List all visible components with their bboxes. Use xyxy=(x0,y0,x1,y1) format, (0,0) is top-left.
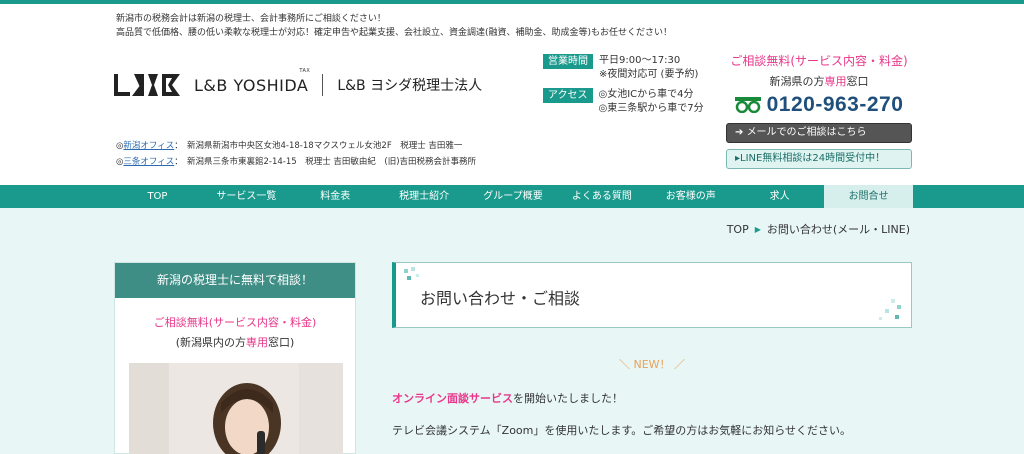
page-title: お問い合わせ・ご相談 xyxy=(420,289,581,308)
freedial-icon xyxy=(734,97,761,113)
new-label: ＼ NEW！ ／ xyxy=(618,358,686,371)
access-row: アクセス ◎女池ICから車で4分 ◎東三条駅から車で7分 xyxy=(543,88,704,116)
nav-item-contact[interactable]: お問合せ xyxy=(824,185,914,208)
office-sanjo-link[interactable]: 三条オフィス xyxy=(123,157,174,167)
page-heading-box: お問い合わせ・ご相談 xyxy=(392,262,912,328)
top-accent-line xyxy=(0,0,1024,4)
sidebar-sub-pre: (新潟県内の方 xyxy=(175,336,246,349)
hours-night: ※夜間対応可 (要予約) xyxy=(599,69,699,80)
mail-consult-button[interactable]: ➔ メールでのご相談はこちら xyxy=(726,123,912,143)
nav-item-accountants[interactable]: 税理士紹介 xyxy=(380,185,469,208)
header-tagline: 新潟市の税務会計は新潟の税理士、会計事務所にご相談ください！ 高品質で低価格、腰… xyxy=(116,12,672,40)
office-sanjo-address: ： 新潟県三条市東裏館2-14-15 税理士 吉田敏由紀 (旧)吉田税務会計事務… xyxy=(174,157,477,167)
breadcrumb-home[interactable]: TOP xyxy=(727,223,749,236)
phone-number: 0120-963-270 xyxy=(766,93,904,116)
sidebar-consult-box: 新潟の税理士に無料で相談！ ご相談無料(サービス内容・料金) (新潟県内の方専用… xyxy=(114,262,356,454)
main-area: TOP ▶ お問い合わせ(メール・LINE) 新潟の税理士に無料で相談！ ご相談… xyxy=(0,208,1024,454)
heading-deco-left-icon xyxy=(404,267,419,280)
nav-item-group[interactable]: グループ概要 xyxy=(469,185,558,208)
contact-sub-post: 窓口 xyxy=(846,75,869,88)
breadcrumb-current: お問い合わせ(メール・LINE) xyxy=(766,223,910,236)
access-badge: アクセス xyxy=(543,88,593,103)
site-logo[interactable]: L&B YOSHIDA TAX L&B ヨシダ税理士法人 xyxy=(114,68,483,96)
tagline-line-2: 高品質で低価格、腰の低い柔軟な税理士が対応！確定申告や起業支援、会社設立、資金調… xyxy=(116,28,673,38)
online-meeting-notice: オンライン面談サービスを開始いたしました！ xyxy=(392,390,912,406)
global-nav: TOP サービス一覧 料金表 税理士紹介 グループ概要 よくある質問 お客様の声… xyxy=(0,185,1024,208)
logo-english-name: L&B YOSHIDA TAX xyxy=(194,68,310,95)
heading-deco-right-icon xyxy=(879,299,901,320)
nav-item-top[interactable]: TOP xyxy=(113,185,202,208)
online-meeting-rest: を開始いたしました！ xyxy=(513,392,623,405)
nav-item-recruit[interactable]: 求人 xyxy=(735,185,824,208)
main-content: お問い合わせ・ご相談 ＼ NEW！ ／ オンライン面談サービスを開始いたしました… xyxy=(392,262,912,438)
line-consult-button[interactable]: ▸LINE無料相談は24時間受付中！ xyxy=(726,149,912,169)
logo-divider xyxy=(322,74,324,96)
logo-japanese-name: L&B ヨシダ税理士法人 xyxy=(337,78,483,94)
office-sanjo: ◎三条オフィス： 新潟県三条市東裏館2-14-15 税理士 吉田敏由紀 (旧)吉… xyxy=(116,157,477,167)
line-button-label: LINE無料相談は24時間受付中！ xyxy=(740,153,886,164)
contact-sub-pink: 専用 xyxy=(824,75,847,88)
office-list: ◎新潟オフィス： 新潟県新潟市中央区女池4-18-18マクスウェル女池2F 税理… xyxy=(116,138,476,170)
office-niigata-link[interactable]: 新潟オフィス xyxy=(123,141,174,151)
logo-mark-icon xyxy=(114,74,180,96)
nav-item-testimonials[interactable]: お客様の声 xyxy=(646,185,735,208)
nav-item-faq[interactable]: よくある質問 xyxy=(557,185,646,208)
hours-weekday: 平日9:00〜17:30 xyxy=(599,55,681,66)
contact-title: ご相談無料(サービス内容・料金) xyxy=(730,54,908,68)
hours-row: 営業時間 平日9:00〜17:30 ※夜間対応可 (要予約) xyxy=(543,54,704,82)
zoom-notice: テレビ会議システム「Zoom」を使用いたします。ご希望の方はお気軽にお知らせくだ… xyxy=(392,424,852,437)
online-meeting-service: オンライン面談サービス xyxy=(392,392,513,405)
breadcrumb-arrow-icon: ▶ xyxy=(754,224,761,234)
contact-sub-pre: 新潟県の方 xyxy=(769,75,825,88)
access-ic: ◎女池ICから車で4分 xyxy=(598,89,694,100)
phone-link[interactable]: 0120-963-270 xyxy=(726,93,912,117)
logo-tax-label: TAX xyxy=(299,67,311,74)
sidebar-heading: 新潟の税理士に無料で相談！ xyxy=(115,263,355,298)
office-niigata-address: ： 新潟県新潟市中央区女池4-18-18マクスウェル女池2F 税理士 吉田雅一 xyxy=(174,141,463,151)
mail-button-label: メールでのご相談はこちら xyxy=(746,127,867,138)
nav-item-services[interactable]: サービス一覧 xyxy=(202,185,291,208)
logo-english-text: L&B YOSHIDA xyxy=(194,75,309,95)
office-niigata: ◎新潟オフィス： 新潟県新潟市中央区女池4-18-18マクスウェル女池2F 税理… xyxy=(116,141,463,151)
sidebar-subtitle: (新潟県内の方専用窓口) xyxy=(115,334,355,350)
breadcrumb: TOP ▶ お問い合わせ(メール・LINE) xyxy=(727,221,910,237)
tagline-line-1: 新潟市の税務会計は新潟の税理士、会計事務所にご相談ください！ xyxy=(116,14,386,24)
nav-items: TOP サービス一覧 料金表 税理士紹介 グループ概要 よくある質問 お客様の声… xyxy=(113,185,914,208)
operator-photo xyxy=(129,363,343,454)
nav-item-pricing[interactable]: 料金表 xyxy=(291,185,380,208)
sidebar-free-consult: ご相談無料(サービス内容・料金) xyxy=(153,316,317,329)
business-info: 営業時間 平日9:00〜17:30 ※夜間対応可 (要予約) アクセス ◎女池I… xyxy=(543,54,704,122)
sidebar-sub-post: 窓口) xyxy=(268,336,295,349)
access-station: ◎東三条駅から車で7分 xyxy=(598,103,704,114)
hours-badge: 営業時間 xyxy=(543,54,593,69)
contact-subtitle: 新潟県の方専用窓口 xyxy=(726,73,912,89)
sidebar-sub-pink: 専用 xyxy=(246,336,268,349)
contact-panel: ご相談無料(サービス内容・料金) 新潟県の方専用窓口 0120-963-270 … xyxy=(726,52,912,169)
